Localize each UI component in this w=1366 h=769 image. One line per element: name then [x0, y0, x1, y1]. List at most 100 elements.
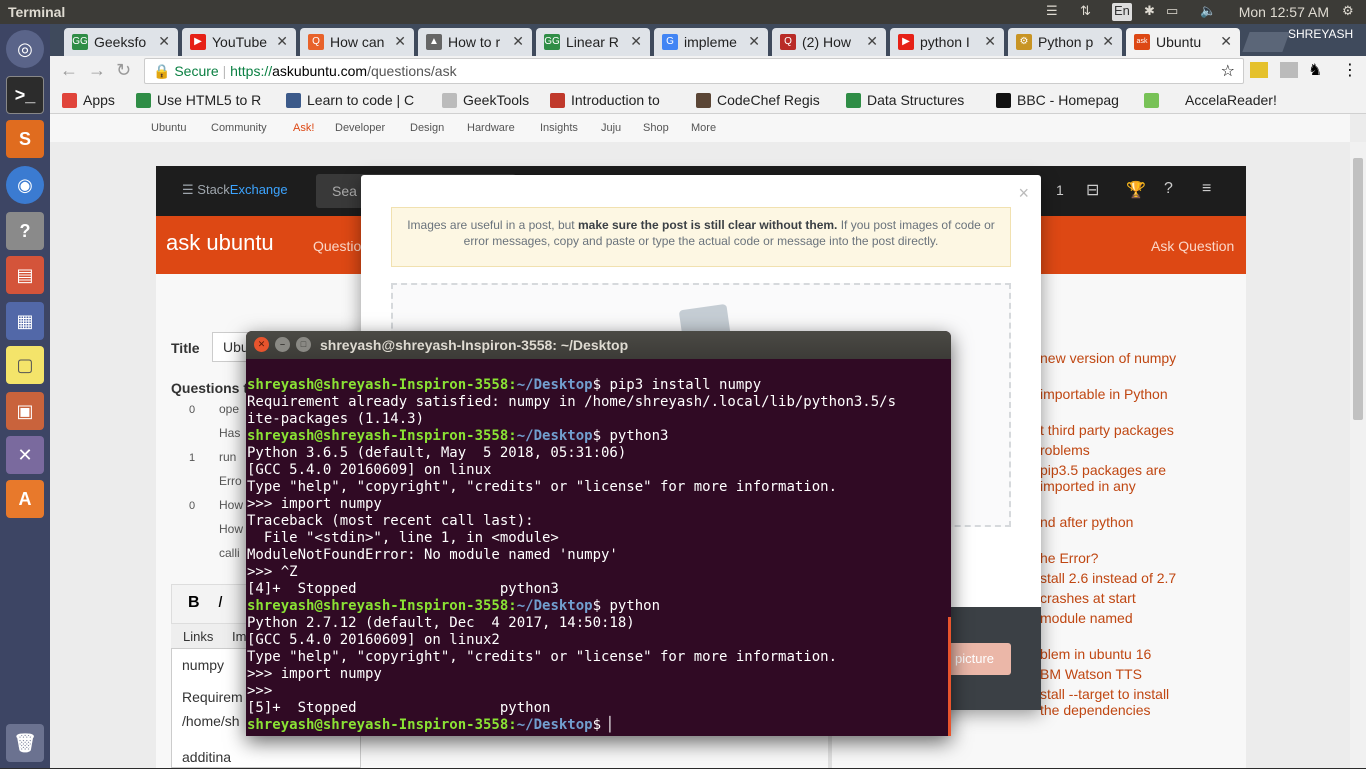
tab-how-can[interactable]: Q How can ✕ [300, 28, 414, 56]
close-tab-icon[interactable]: ✕ [1102, 33, 1114, 50]
sidebar-link[interactable]: blem in ubuntu 16 [1040, 646, 1151, 662]
choose-picture-button[interactable]: picture [941, 643, 1011, 675]
bookmark-item[interactable]: CodeChef Regis [696, 92, 820, 108]
site-switcher-icon[interactable]: ≡ [1202, 180, 1211, 198]
italic-button[interactable]: I [218, 594, 222, 612]
bold-button[interactable]: B [188, 594, 200, 612]
new-tab-button[interactable] [1242, 32, 1290, 52]
extension-icon[interactable] [1280, 62, 1298, 78]
close-tab-icon[interactable]: ✕ [630, 33, 642, 50]
bluetooth-icon[interactable]: ✱ [1144, 3, 1155, 21]
similar-question-link[interactable]: ope [219, 402, 239, 416]
nav-community[interactable]: Community [211, 122, 267, 134]
close-tab-icon[interactable]: ✕ [866, 33, 878, 50]
battery-icon[interactable]: ▭ [1166, 3, 1178, 21]
close-dialog-button[interactable]: × [1018, 183, 1029, 204]
system-settings-icon[interactable]: ✕ [6, 436, 44, 474]
image-viewer-icon[interactable]: ▣ [6, 392, 44, 430]
bookmark-item[interactable]: AccelaReader! [1144, 92, 1277, 108]
sidebar-link[interactable]: crashes at start [1040, 590, 1136, 606]
page-scrollbar[interactable] [1350, 142, 1366, 768]
dash-home-icon[interactable]: ◎ [6, 30, 44, 68]
image-tab[interactable]: Im [232, 629, 246, 644]
extension-icon[interactable]: ♞ [1308, 60, 1322, 80]
terminal-output[interactable]: shreyash@shreyash-Inspiron-3558:~/Deskto… [247, 377, 947, 734]
volume-icon[interactable]: 🔈 [1200, 3, 1216, 21]
sidebar-link[interactable]: he Error? [1040, 550, 1098, 566]
sidebar-link[interactable]: module named [1040, 610, 1133, 626]
tab-how-to[interactable]: ▲ How to r ✕ [418, 28, 532, 56]
askubuntu-logo[interactable]: ask ubuntu [166, 230, 274, 256]
sidebar-link[interactable]: stall --target to install [1040, 686, 1169, 702]
sidebar-link[interactable]: pip3.5 packages are [1040, 462, 1166, 478]
close-tab-icon[interactable]: ✕ [394, 33, 406, 50]
sidebar-link[interactable]: stall 2.6 instead of 2.7 [1040, 570, 1176, 586]
bookmark-item[interactable]: Learn to code | C [286, 92, 414, 108]
nav-shop[interactable]: Shop [643, 122, 669, 134]
inbox-icon[interactable]: ⊟ [1086, 180, 1099, 200]
similar-question-link[interactable]: run [219, 450, 236, 464]
nav-developer[interactable]: Developer [335, 122, 385, 134]
achievements-icon[interactable]: 🏆 [1126, 180, 1146, 200]
trash-icon[interactable]: 🗑 [6, 724, 44, 762]
sublime-text-icon[interactable]: S [6, 120, 44, 158]
sidebar-link[interactable]: roblems [1040, 442, 1090, 458]
sidebar-link[interactable]: BM Watson TTS [1040, 666, 1142, 682]
close-tab-icon[interactable]: ✕ [984, 33, 996, 50]
bookmark-item[interactable]: GeekTools [442, 92, 529, 108]
close-tab-icon[interactable]: ✕ [748, 33, 760, 50]
nav-ask[interactable]: Ask! [293, 122, 314, 134]
nav-design[interactable]: Design [410, 122, 444, 134]
tab-python-p[interactable]: ⚙ Python p ✕ [1008, 28, 1122, 56]
keyboard-layout-indicator[interactable]: En [1112, 3, 1132, 21]
similar-question-link[interactable]: Erro [219, 474, 242, 488]
sticky-notes-icon[interactable]: ▢ [6, 346, 44, 384]
sidebar-link[interactable]: importable in Python [1040, 386, 1168, 402]
reload-icon[interactable]: ↻ [116, 60, 131, 81]
forward-icon[interactable]: → [88, 60, 106, 81]
tab-implement[interactable]: Gimpleme ✕ [654, 28, 768, 56]
network-arrows-icon[interactable]: ⇅ [1080, 3, 1091, 21]
close-window-icon[interactable]: ✕ [254, 337, 269, 352]
bookmark-item[interactable]: Data Structures [846, 92, 964, 108]
files-icon[interactable]: ▤ [6, 256, 44, 294]
close-tab-icon[interactable]: ✕ [1220, 33, 1232, 50]
sidebar-link[interactable]: the dependencies [1040, 702, 1151, 718]
settings-gear-icon[interactable]: ⚙ [1342, 3, 1354, 21]
bookmark-item[interactable]: BBC - Homepag [996, 92, 1119, 108]
maximize-window-icon[interactable]: □ [296, 337, 311, 352]
sidebar-link[interactable]: t third party packages [1040, 422, 1174, 438]
sidebar-link[interactable]: new version of numpy [1040, 350, 1176, 366]
tab-geeksforgeeks[interactable]: GG Geeksfo ✕ [64, 28, 178, 56]
tab-python-youtube[interactable]: ▶ python I ✕ [890, 28, 1004, 56]
similar-question-link[interactable]: How [219, 522, 243, 536]
nav-questions[interactable]: Questio [313, 238, 361, 254]
help-icon[interactable]: ? [6, 212, 44, 250]
nav-ubuntu[interactable]: Ubuntu [151, 122, 186, 134]
nav-insights[interactable]: Insights [540, 122, 578, 134]
menu-icon[interactable]: ☰ [1046, 3, 1058, 21]
bookmark-apps[interactable]: Apps [62, 92, 115, 108]
minimize-window-icon[interactable]: – [275, 337, 290, 352]
back-icon[interactable]: ← [60, 60, 78, 81]
close-tab-icon[interactable]: ✕ [276, 33, 288, 50]
similar-question-link[interactable]: Has [219, 426, 240, 440]
extension-icon[interactable] [1250, 62, 1268, 78]
terminal-launcher-icon[interactable]: >_ [6, 76, 44, 114]
tab-youtube[interactable]: ▶ YouTube ✕ [182, 28, 296, 56]
workspace-switcher-icon[interactable]: ▦ [6, 302, 44, 340]
ask-question-button[interactable]: Ask Question [1151, 238, 1234, 254]
tab-askubuntu[interactable]: ask Ubuntu ✕ [1126, 28, 1240, 56]
help-icon[interactable]: ? [1164, 180, 1173, 198]
terminal-window[interactable]: ✕ – □ shreyash@shreyash-Inspiron-3558: ~… [246, 331, 951, 736]
bookmark-item[interactable]: Introduction to [550, 92, 660, 108]
similar-question-link[interactable]: calli [219, 546, 240, 560]
tab-linear-regression[interactable]: GG Linear R ✕ [536, 28, 650, 56]
address-bar[interactable]: 🔒 Secure | https://askubuntu.com/questio… [144, 58, 1244, 84]
scrollbar-thumb[interactable] [1353, 158, 1363, 420]
similar-question-link[interactable]: How [219, 498, 243, 512]
close-tab-icon[interactable]: ✕ [158, 33, 170, 50]
nav-juju[interactable]: Juju [601, 122, 621, 134]
tab-quora-how[interactable]: Q (2) How ✕ [772, 28, 886, 56]
nav-more[interactable]: More [691, 122, 716, 134]
